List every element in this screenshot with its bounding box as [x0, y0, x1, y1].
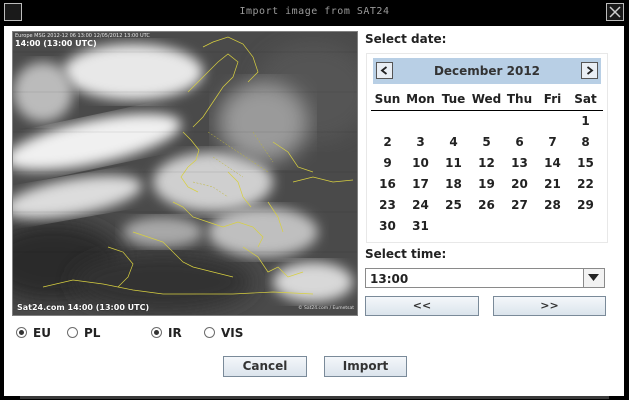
radio-label: IR	[168, 326, 182, 340]
calendar-day[interactable]: 4	[437, 132, 470, 153]
weekday-label: Fri	[543, 92, 562, 106]
close-button[interactable]	[606, 3, 624, 21]
calendar-day[interactable]: 17	[404, 174, 437, 195]
window-bottom-edge	[0, 396, 629, 400]
date-calendar: December 2012 Sun Mon Tue Wed Thu Fri Sa…	[366, 53, 608, 243]
close-icon	[609, 6, 621, 18]
weekday-header: Sun Mon Tue Wed Thu Fri Sat	[371, 92, 603, 111]
calendar-day[interactable]: 26	[470, 195, 503, 216]
chevron-down-icon	[588, 274, 599, 281]
select-date-label: Select date:	[365, 32, 447, 46]
calendar-day[interactable]: 13	[503, 153, 536, 174]
calendar-day[interactable]: 25	[437, 195, 470, 216]
weekday-label: Sun	[374, 92, 401, 106]
radio-indicator	[151, 327, 162, 338]
radio-indicator	[16, 327, 27, 338]
cancel-button[interactable]: Cancel	[223, 356, 307, 377]
bottom-bar	[20, 396, 609, 399]
month-title: December 2012	[433, 64, 541, 78]
radio-label: PL	[84, 326, 101, 340]
time-dropdown-button[interactable]	[583, 269, 604, 287]
calendar-day[interactable]: 2	[371, 132, 404, 153]
next-time-button[interactable]: >>	[493, 296, 606, 316]
calendar-day[interactable]: 21	[536, 174, 569, 195]
weekday-label: Thu	[506, 92, 533, 106]
radio-indicator	[204, 327, 215, 338]
radio-label: EU	[33, 326, 51, 340]
calendar-day[interactable]: 9	[371, 153, 404, 174]
select-time-label: Select time:	[365, 247, 447, 261]
calendar-day[interactable]: 10	[404, 153, 437, 174]
chevron-right-icon	[586, 66, 594, 75]
window-title: Import image from SAT24	[239, 6, 390, 17]
calendar-day[interactable]: 7	[536, 132, 569, 153]
calendar-day[interactable]: 15	[569, 153, 602, 174]
calendar-day[interactable]: 5	[470, 132, 503, 153]
calendar-header: December 2012	[373, 58, 601, 84]
calendar-day[interactable]: 8	[569, 132, 602, 153]
calendar-day[interactable]: 27	[503, 195, 536, 216]
dialog-content: Europe MSG 2012-12 06 13:00 12/05/2012 1…	[4, 26, 624, 396]
calendar-day[interactable]: 1	[569, 111, 602, 132]
image-caption: Sat24.com 14:00 (13:00 UTC)	[17, 303, 150, 312]
calendar-day[interactable]: 3	[404, 132, 437, 153]
radio-label: VIS	[221, 326, 244, 340]
calendar-day[interactable]: 11	[437, 153, 470, 174]
title-bar: Import image from SAT24	[0, 0, 629, 26]
calendar-day[interactable]: 12	[470, 153, 503, 174]
satellite-image: Europe MSG 2012-12 06 13:00 12/05/2012 1…	[12, 31, 358, 316]
calendar-day[interactable]: 28	[536, 195, 569, 216]
calendar-day[interactable]: 23	[371, 195, 404, 216]
calendar-day[interactable]: 22	[569, 174, 602, 195]
weekday-label: Tue	[441, 92, 466, 106]
calendar-day[interactable]: 24	[404, 195, 437, 216]
next-month-button[interactable]	[581, 62, 598, 79]
calendar-day[interactable]: 31	[404, 216, 437, 237]
image-copyright: © Sat24.com / Eumetsat	[298, 306, 354, 311]
calendar-day[interactable]: 29	[569, 195, 602, 216]
calendar-day[interactable]: 16	[371, 174, 404, 195]
weekday-label: Wed	[471, 92, 502, 106]
calendar-day[interactable]: 18	[437, 174, 470, 195]
import-dialog: Import image from SAT24 Europe MSG 2012-…	[0, 0, 629, 400]
time-value: 13:00	[370, 272, 409, 286]
calendar-day[interactable]: 19	[470, 174, 503, 195]
calendar-day[interactable]: 6	[503, 132, 536, 153]
previous-time-button[interactable]: <<	[365, 296, 479, 316]
calendar-day[interactable]: 14	[536, 153, 569, 174]
time-select[interactable]: 13:00	[365, 268, 605, 288]
weekday-label: Mon	[406, 92, 435, 106]
image-header-time: 14:00 (13:00 UTC)	[15, 39, 97, 48]
calendar-day[interactable]: 20	[503, 174, 536, 195]
satellite-picture	[13, 32, 357, 315]
radio-indicator	[67, 327, 78, 338]
import-button[interactable]: Import	[324, 356, 407, 377]
weekday-label: Sat	[574, 92, 597, 106]
calendar-day[interactable]: 30	[371, 216, 404, 237]
